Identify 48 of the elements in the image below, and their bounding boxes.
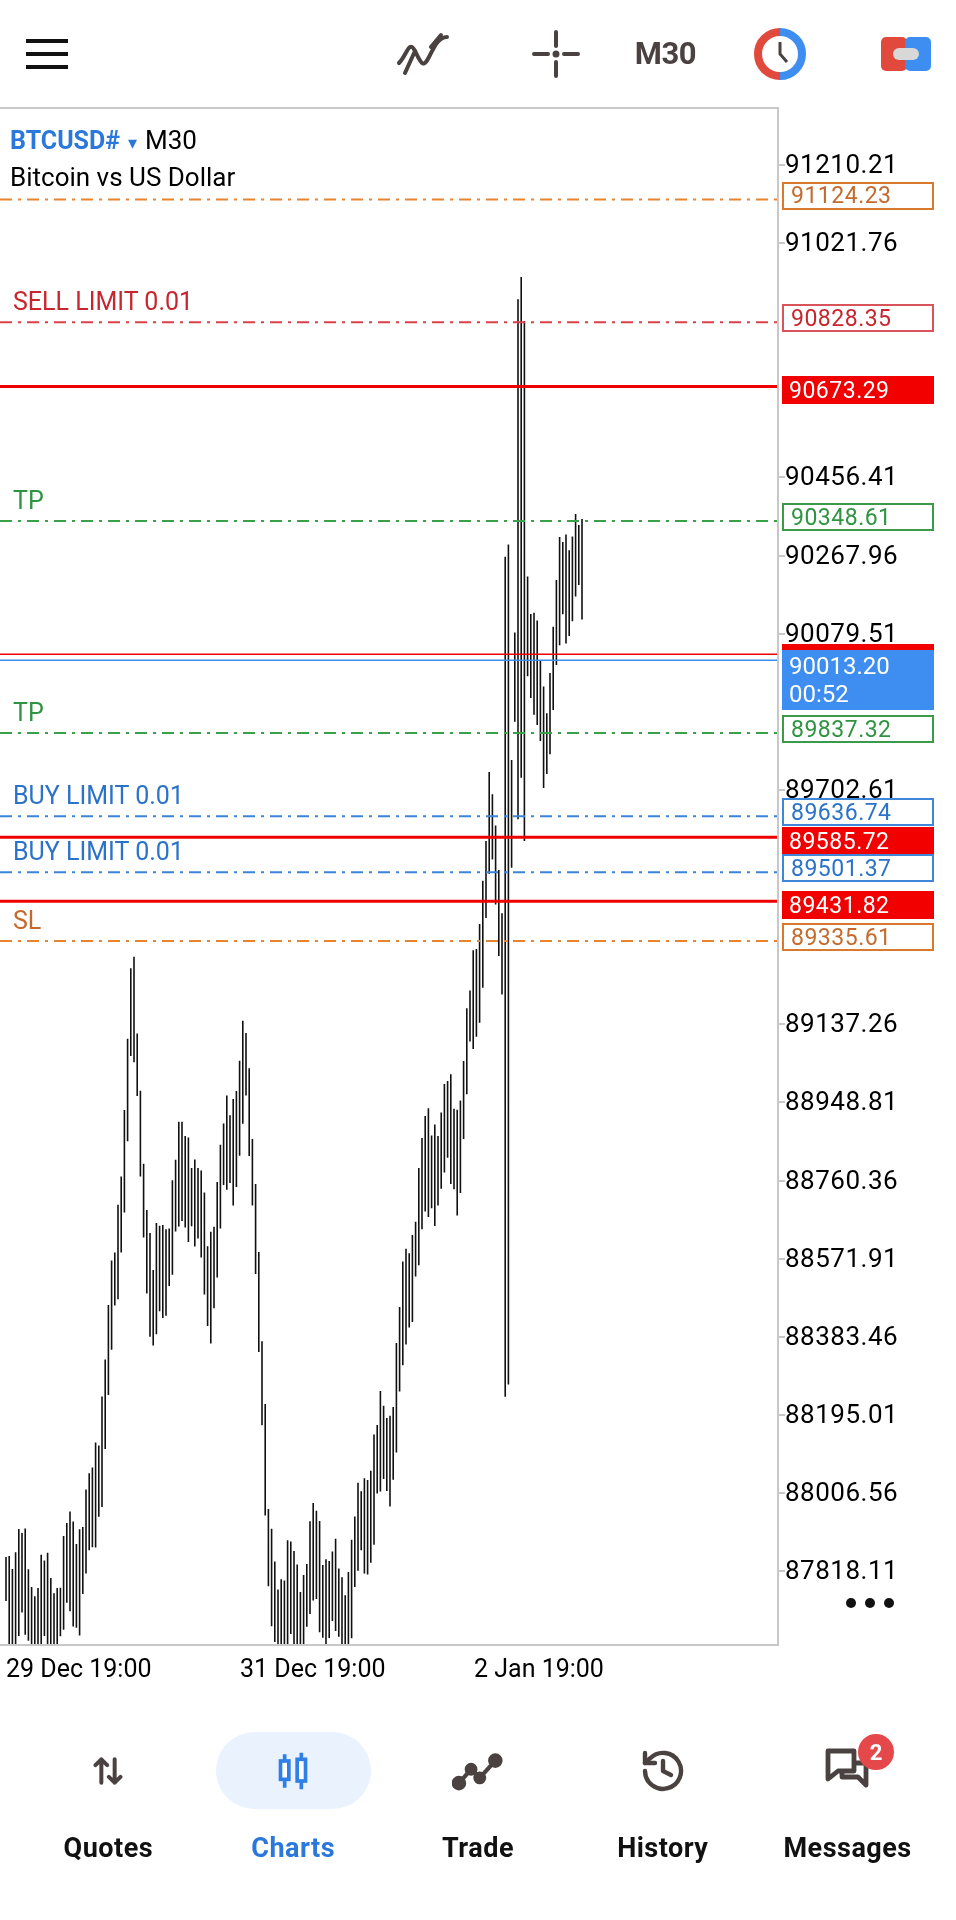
- price-tag: 89837.32: [782, 715, 934, 744]
- price-tick: 89137.26: [785, 1010, 899, 1037]
- time-label: 29 Dec 19:00: [5, 1655, 153, 1681]
- nav-tab[interactable]: Quotes: [16, 1732, 201, 1862]
- price-tick: 88571.91: [785, 1244, 899, 1271]
- notification-badge: 2: [858, 1734, 895, 1770]
- order-label: BUY LIMIT 0.01: [13, 839, 184, 865]
- price-tick: 88195.01: [785, 1400, 899, 1427]
- price-tick: 88383.46: [785, 1322, 899, 1349]
- crosshair-icon[interactable]: [530, 28, 581, 79]
- price-tag: 89431.82: [782, 891, 934, 920]
- price-tick: 90456.41: [785, 463, 899, 490]
- order-label: SL: [13, 908, 42, 934]
- time-label: 2 Jan 19:00: [473, 1655, 605, 1681]
- price-tag: 90348.61: [782, 503, 934, 532]
- menu-icon[interactable]: [24, 36, 70, 71]
- order-label: SELL LIMIT 0.01: [13, 289, 194, 315]
- time-label: 31 Dec 19:00: [239, 1655, 387, 1681]
- symbol-button[interactable]: BTCUSD#: [10, 128, 121, 153]
- price-tick: 91210.21: [785, 150, 899, 177]
- nav-tab[interactable]: Charts: [200, 1732, 386, 1862]
- current-price: 90013.20: [789, 652, 891, 681]
- chart-timeframe: M30: [145, 127, 197, 153]
- price-tick: 88006.56: [785, 1479, 899, 1506]
- nav-tab[interactable]: Trade: [385, 1732, 571, 1862]
- order-label: TP: [13, 700, 44, 726]
- price-tick: 90267.96: [785, 541, 899, 568]
- price-tag: 90828.35: [782, 304, 934, 333]
- price-tag: 89335.61: [782, 923, 934, 952]
- price-tick: 88948.81: [785, 1088, 899, 1115]
- price-tag: 89501.37: [782, 854, 934, 883]
- price-tag: 91124.23: [782, 181, 934, 210]
- nav-tab[interactable]: History: [570, 1732, 756, 1862]
- order-label: BUY LIMIT 0.01: [13, 783, 184, 809]
- clock-icon[interactable]: [754, 27, 806, 80]
- more-icon[interactable]: [845, 1597, 895, 1609]
- timeframe-button[interactable]: M30: [634, 38, 696, 69]
- price-tag: 90673.29: [782, 376, 934, 405]
- price-tick: 88760.36: [785, 1166, 899, 1193]
- price-tag: 89585.72: [782, 827, 934, 856]
- price-tag: 89636.74: [782, 798, 934, 827]
- price-tick: 91021.76: [785, 228, 899, 255]
- price-tick: 87818.11: [785, 1557, 899, 1584]
- price-tick: 90079.51: [785, 619, 899, 646]
- nav-tab[interactable]: 2 Messages: [755, 1732, 940, 1862]
- order-label: TP: [13, 488, 44, 514]
- dropdown-icon[interactable]: ▾: [128, 134, 138, 152]
- bar-countdown: 00:52: [789, 680, 850, 709]
